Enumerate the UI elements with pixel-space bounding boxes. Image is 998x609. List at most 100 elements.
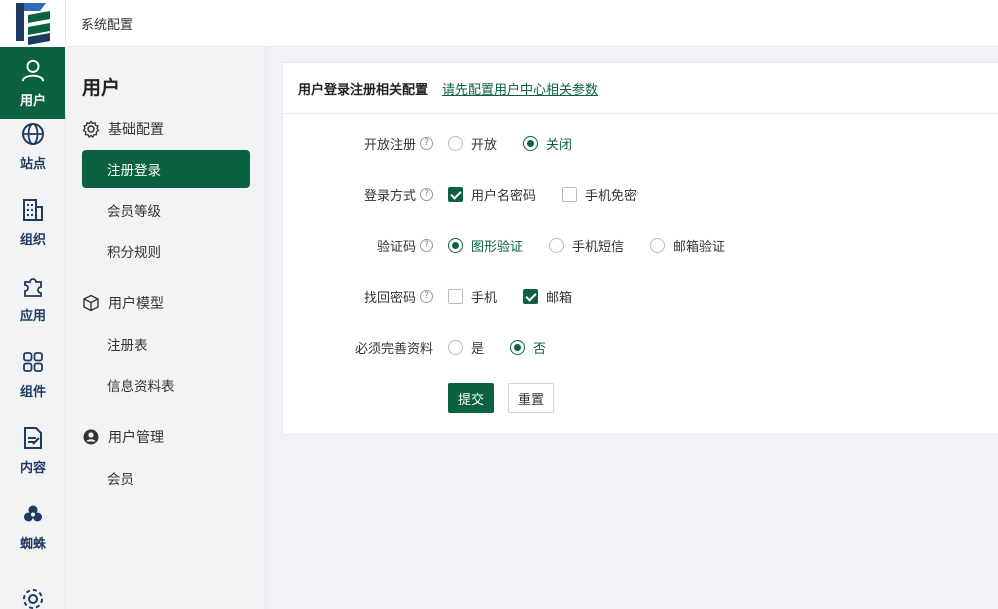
page-title: 系统配置	[81, 17, 134, 33]
grid-icon	[20, 349, 46, 375]
option-label: 手机短信	[572, 239, 625, 255]
radio-no[interactable]: 否	[510, 338, 546, 357]
rail-item-site[interactable]: 站点	[0, 110, 65, 182]
radio-button-selected[interactable]	[448, 237, 463, 253]
rail-item-app[interactable]: 应用	[0, 262, 65, 334]
rail-item-label: 组件	[19, 384, 46, 400]
globe-icon	[20, 121, 46, 147]
checkbox-phone[interactable]: 手机	[448, 287, 497, 306]
spider-icon	[20, 501, 46, 527]
cube-icon	[82, 294, 100, 312]
sidebar-group-basic[interactable]: 基础配置	[82, 118, 164, 140]
sidebar-group-label: 用户模型	[108, 296, 164, 312]
rail-item-user[interactable]: 用户	[0, 47, 65, 119]
checkbox-phone-nopass[interactable]: 手机免密	[562, 185, 637, 204]
sidebar-item-register-login[interactable]: 注册登录	[82, 150, 250, 188]
radio-button[interactable]	[650, 237, 666, 253]
option-group: 开放 关闭	[448, 134, 598, 153]
document-icon	[20, 425, 46, 451]
checkbox-username-password[interactable]: 用户名密码	[448, 185, 536, 204]
field-login-method: 登录方式? 用户名密码 手机免密	[283, 182, 998, 206]
checkbox-checked[interactable]	[523, 288, 539, 304]
gear-icon	[82, 120, 100, 138]
help-icon[interactable]: ?	[420, 289, 433, 303]
option-group: 图形验证 手机短信 邮箱验证	[448, 236, 751, 255]
help-icon[interactable]: ?	[420, 187, 433, 201]
radio-button[interactable]	[448, 135, 463, 151]
panel-title: 用户登录注册相关配置	[298, 82, 429, 98]
option-label: 关闭	[546, 137, 573, 153]
sidebar-item-profile-table[interactable]: 信息资料表	[82, 366, 250, 404]
field-label: 找回密码?	[283, 287, 433, 306]
checkbox[interactable]	[448, 288, 463, 304]
field-label-text: 找回密码	[363, 290, 416, 306]
radio-button-selected[interactable]	[510, 339, 526, 355]
sidebar-item-member[interactable]: 会员	[82, 459, 250, 497]
field-recover-password: 找回密码? 手机 邮箱	[283, 284, 998, 308]
rail-item-label: 内容	[19, 460, 46, 476]
option-label: 图形验证	[471, 239, 524, 255]
sidebar-group-label: 基础配置	[108, 122, 164, 138]
option-label: 否	[533, 341, 547, 357]
checkbox[interactable]	[562, 186, 578, 202]
option-label: 邮箱	[546, 290, 573, 306]
radio-sms[interactable]: 手机短信	[549, 236, 624, 255]
field-label: 登录方式?	[283, 185, 433, 204]
option-label: 开放	[471, 137, 498, 153]
option-group: 是 否	[448, 338, 572, 357]
user-circle-icon	[82, 428, 100, 446]
field-label-text: 开放注册	[363, 137, 416, 153]
help-icon[interactable]: ?	[420, 136, 433, 150]
radio-close[interactable]: 关闭	[523, 134, 572, 153]
option-label: 手机	[471, 290, 498, 306]
left-rail: 用户 站点 组织 应用 组件 内容 蜘蛛	[0, 0, 66, 609]
rail-item-spider[interactable]: 蜘蛛	[0, 490, 65, 562]
option-label: 手机免密	[585, 188, 638, 204]
rail-item-org[interactable]: 组织	[0, 186, 65, 258]
reset-button[interactable]: 重置	[508, 383, 554, 413]
rail-item-label: 应用	[19, 308, 46, 324]
field-label-text: 必须完善资料	[354, 341, 433, 357]
radio-button[interactable]	[448, 339, 463, 355]
option-label: 是	[471, 341, 485, 357]
radio-button[interactable]	[549, 237, 565, 253]
option-label: 用户名密码	[471, 188, 537, 204]
option-group: 用户名密码 手机免密	[448, 185, 663, 204]
rail-item-label: 组织	[19, 232, 46, 248]
user-icon	[20, 58, 46, 84]
submit-button[interactable]: 提交	[448, 383, 494, 413]
field-label-text: 登录方式	[363, 188, 416, 204]
sidebar-title: 用户	[82, 77, 121, 99]
checkbox-checked[interactable]	[448, 186, 463, 202]
radio-graphic-captcha[interactable]: 图形验证	[448, 236, 523, 255]
sidebar-item-points-rule[interactable]: 积分规则	[82, 232, 250, 270]
config-user-center-link[interactable]: 请先配置用户中心相关参数	[442, 79, 598, 98]
app-logo[interactable]	[0, 0, 65, 47]
radio-yes[interactable]: 是	[448, 338, 484, 357]
sidebar-group-user-manage[interactable]: 用户管理	[82, 426, 164, 448]
radio-email-verify[interactable]: 邮箱验证	[650, 236, 725, 255]
rail-item-settings[interactable]	[0, 566, 65, 609]
panel-header: 用户登录注册相关配置 请先配置用户中心相关参数	[283, 63, 998, 114]
building-icon	[20, 197, 46, 223]
top-bar: 系统配置	[66, 0, 998, 47]
field-label: 开放注册?	[283, 134, 433, 153]
radio-button-selected[interactable]	[523, 135, 539, 151]
option-group: 手机 邮箱	[448, 287, 598, 306]
rail-item-content[interactable]: 内容	[0, 414, 65, 486]
sidebar-group-user-model[interactable]: 用户模型	[82, 292, 164, 314]
rail-item-component[interactable]: 组件	[0, 338, 65, 410]
sidebar-item-register-table[interactable]: 注册表	[82, 325, 250, 363]
help-icon[interactable]: ?	[420, 238, 433, 252]
sidebar-item-member-level[interactable]: 会员等级	[82, 191, 250, 229]
logo-icon	[16, 2, 50, 45]
sidebar-group-label: 用户管理	[108, 430, 164, 446]
radio-open[interactable]: 开放	[448, 134, 497, 153]
config-panel: 用户登录注册相关配置 请先配置用户中心相关参数 开放注册? 开放 关闭 登录方式…	[282, 62, 998, 435]
checkbox-email[interactable]: 邮箱	[523, 287, 572, 306]
field-label: 必须完善资料	[283, 338, 433, 357]
gear-icon	[20, 586, 46, 609]
puzzle-icon	[20, 273, 46, 299]
sub-sidebar: 用户 基础配置 注册登录 会员等级 积分规则 用户模型 注册表 信息资料表 用户…	[66, 47, 266, 609]
field-captcha: 验证码? 图形验证 手机短信 邮箱验证	[283, 233, 998, 257]
